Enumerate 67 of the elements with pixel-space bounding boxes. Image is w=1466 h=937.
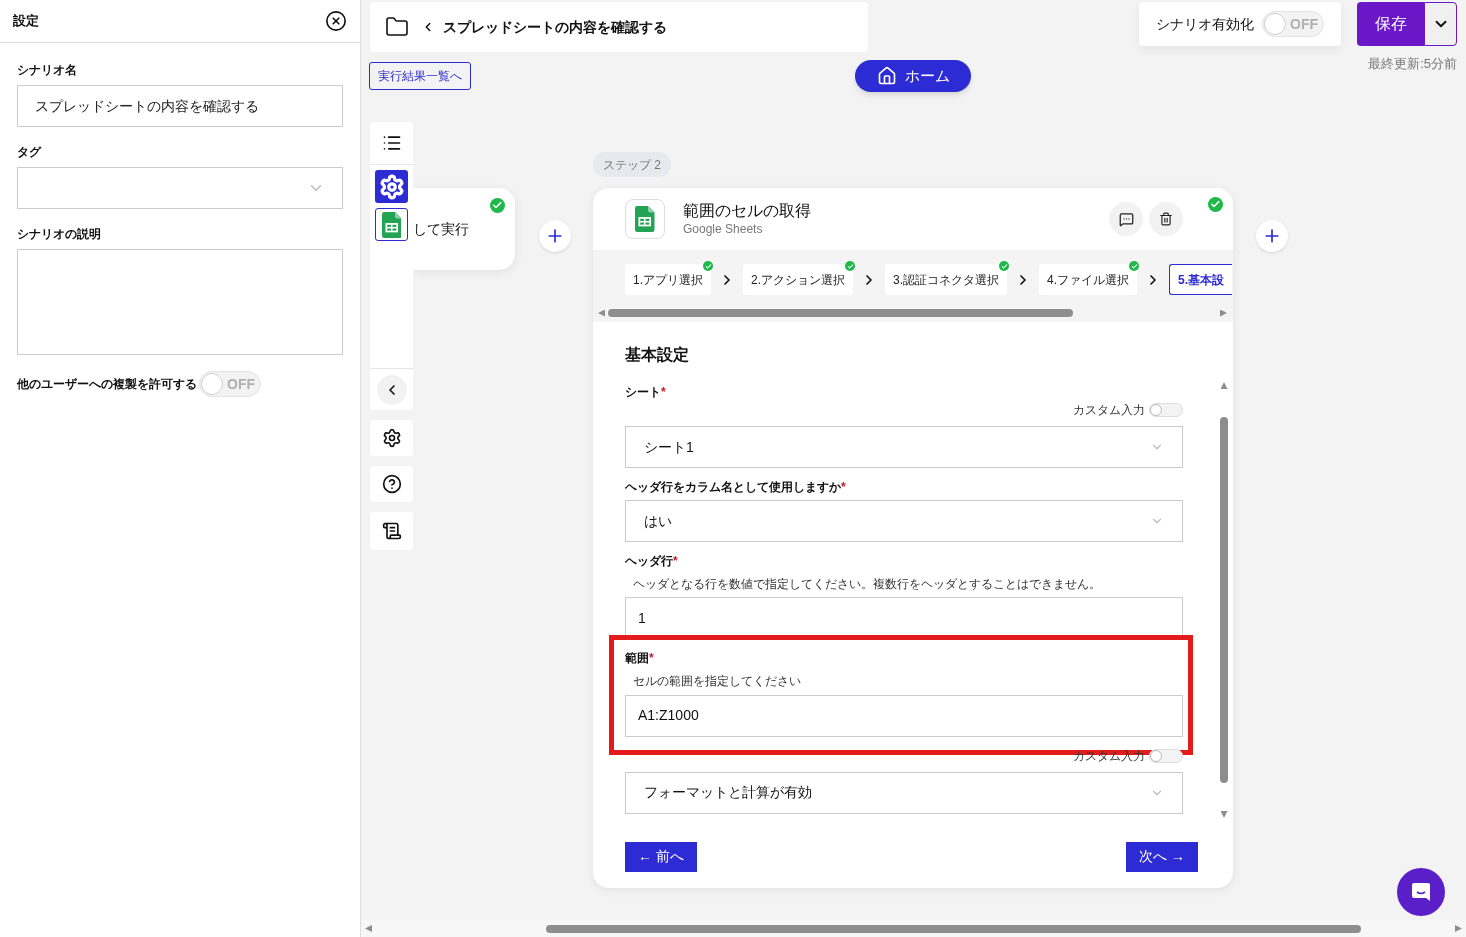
chat-icon bbox=[1410, 881, 1432, 903]
sheets-icon bbox=[381, 211, 402, 238]
field-hint: セルの範囲を指定してください bbox=[633, 674, 802, 690]
wizard-step[interactable]: 2.アクション選択 bbox=[743, 264, 854, 295]
wizard-step[interactable]: 3.認証コネクタ選択 bbox=[885, 264, 1008, 295]
description-field[interactable] bbox=[17, 249, 343, 355]
select-field[interactable]: シート1 bbox=[625, 426, 1183, 468]
help-icon bbox=[381, 474, 402, 494]
wizard-step[interactable]: 5.基本設 bbox=[1169, 264, 1233, 295]
chat-button[interactable] bbox=[1397, 868, 1445, 916]
help-button[interactable] bbox=[370, 466, 413, 502]
add-step-button[interactable] bbox=[1256, 220, 1288, 252]
comment-icon bbox=[1118, 211, 1134, 227]
step-title: 範囲のセルの取得 bbox=[683, 201, 812, 221]
wizard-step[interactable]: 4.ファイル選択 bbox=[1039, 264, 1138, 295]
gear-icon[interactable] bbox=[375, 170, 408, 203]
folder-icon[interactable] bbox=[385, 15, 409, 39]
scroll-icon bbox=[381, 521, 402, 541]
field-label: ヘッダ行* bbox=[625, 553, 679, 570]
toggle-label: 他のユーザーへの複製を許可する bbox=[17, 376, 197, 393]
delete-button[interactable] bbox=[1149, 202, 1183, 236]
toggle-label: シナリオ有効化 bbox=[1156, 14, 1254, 34]
add-step-button[interactable] bbox=[539, 220, 571, 252]
field-hint: ヘッダとなる行を数値で指定してください。複数行をヘッダとすることはできません。 bbox=[633, 577, 1102, 593]
toggle-switch[interactable] bbox=[1149, 403, 1183, 417]
previous-button[interactable]: ← 前へ bbox=[625, 841, 697, 872]
results-link[interactable]: 実行結果一覧へ bbox=[369, 62, 471, 90]
trash-icon bbox=[1159, 212, 1173, 226]
close-icon[interactable] bbox=[325, 10, 347, 32]
vertical-scrollbar[interactable] bbox=[1218, 382, 1230, 818]
app-name: Google Sheets bbox=[683, 221, 764, 237]
toggle-switch[interactable] bbox=[1149, 748, 1183, 763]
sheets-icon bbox=[635, 206, 655, 232]
save-button[interactable]: 保存 bbox=[1357, 2, 1424, 46]
scenario-title: スプレッドシートの内容を確認する bbox=[443, 17, 667, 37]
log-button[interactable] bbox=[370, 512, 413, 550]
step-badge: ステップ 2 bbox=[593, 152, 671, 177]
home-icon bbox=[876, 66, 897, 86]
horizontal-scrollbar[interactable] bbox=[361, 920, 1466, 937]
step-name: して実行 bbox=[413, 219, 469, 239]
wizard-step[interactable]: 1.アプリ選択 bbox=[625, 264, 711, 295]
section-title: 基本設定 bbox=[625, 345, 690, 365]
sheets-step-icon[interactable] bbox=[375, 208, 408, 241]
settings-button[interactable] bbox=[370, 420, 413, 456]
prev-step-card[interactable]: して実行 bbox=[413, 188, 515, 270]
field-label: シナリオ名 bbox=[17, 62, 78, 79]
panel-title: 設定 bbox=[13, 12, 39, 31]
select-field[interactable] bbox=[17, 167, 343, 209]
text-field[interactable]: スプレッドシートの内容を確認する bbox=[17, 85, 343, 127]
settings-icon bbox=[381, 428, 402, 448]
field-label: 範囲* bbox=[625, 650, 655, 668]
text-field[interactable]: A1:Z1000 bbox=[625, 694, 1183, 737]
field-label: シナリオの説明 bbox=[17, 226, 102, 243]
home-button[interactable]: ホーム bbox=[855, 60, 971, 92]
select-field[interactable]: はい bbox=[625, 500, 1183, 542]
field-label: シート* bbox=[625, 384, 667, 401]
collapse-button[interactable] bbox=[376, 374, 407, 405]
field-label: タグ bbox=[17, 144, 43, 161]
last-updated: 最終更新:5分前 bbox=[1368, 55, 1457, 73]
save-menu-button[interactable] bbox=[1424, 2, 1457, 46]
select-field[interactable]: フォーマットと計算が有効 bbox=[625, 771, 1183, 814]
comment-button[interactable] bbox=[1109, 202, 1143, 236]
list-icon[interactable] bbox=[381, 133, 402, 153]
field-label: ヘッダ行をカラム名として使用しますか* bbox=[625, 479, 847, 496]
horizontal-scrollbar[interactable] bbox=[598, 308, 1227, 318]
next-button[interactable]: 次へ → bbox=[1126, 841, 1198, 872]
toggle-label: カスタム入力 bbox=[1073, 402, 1145, 419]
